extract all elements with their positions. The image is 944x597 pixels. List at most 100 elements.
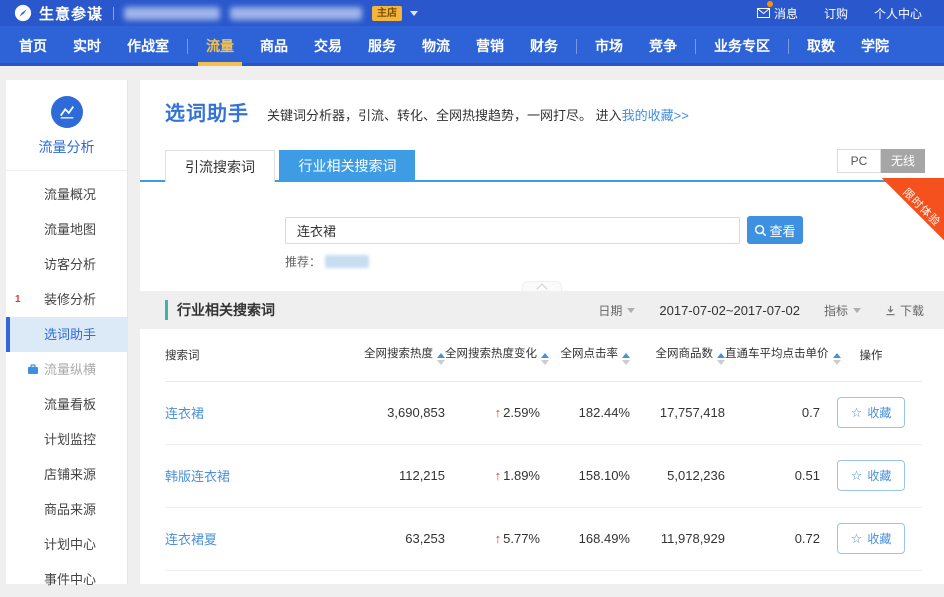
collapse-handle[interactable] [522,281,562,291]
cell-heat-change: ↑5.77% [445,507,540,570]
recommended-keyword-redacted[interactable] [325,255,369,268]
col-header-ctr[interactable]: 全网点击率 [540,329,630,381]
keyword-link[interactable]: 韩版连衣裙 [165,469,230,484]
sidebar-module-label: 流量分析 [6,137,127,157]
change-value: 1.89% [503,468,540,483]
cell-avg-cpc: 0.51 [725,444,820,507]
shop-name-redacted [124,7,220,20]
ribbon-label: 限时体验 [886,171,944,243]
sidebar-item-product-source[interactable]: 商品来源 [6,492,127,527]
cell-heat-change: ↑2.59% [445,381,540,444]
tab-industry-related-search-words[interactable]: 行业相关搜索词 [279,150,415,182]
nav-item-service[interactable]: 服务 [355,26,409,66]
sidebar-item-visitor-analysis[interactable]: 访客分析 [6,247,127,282]
col-header-product-count[interactable]: 全网商品数 [630,329,725,381]
cell-search-heat: 3,690,853 [360,381,445,444]
download-icon [885,305,896,316]
favorite-button[interactable]: ☆收藏 [837,397,906,428]
metric-dropdown[interactable]: 指标 [824,302,861,319]
shop-name-redacted [230,7,362,20]
notification-badge: 1 [15,282,21,317]
sidebar-item-decoration-analysis[interactable]: 1 装修分析 [6,282,127,317]
sort-icon[interactable] [541,353,549,365]
col-header-search-heat[interactable]: 全网搜索热度 [360,329,445,381]
nav-item-traffic[interactable]: 流量 [193,26,247,66]
col-header-heat-change[interactable]: 全网搜索热度变化 [445,329,540,381]
sidebar-item-plan-center[interactable]: 计划中心 [6,527,127,562]
view-button[interactable]: 查看 [747,216,803,244]
nav-divider [576,39,577,54]
sidebar-item-traffic-map[interactable]: 流量地图 [6,212,127,247]
nav-item-products[interactable]: 商品 [247,26,301,66]
sort-icon[interactable] [833,353,841,365]
download-button[interactable]: 下载 [885,302,924,319]
favorite-button[interactable]: ☆收藏 [837,523,906,554]
nav-item-warroom[interactable]: 作战室 [114,26,182,66]
limited-time-ribbon[interactable]: 限时体验 [882,178,944,240]
tab-inbound-search-words[interactable]: 引流搜索词 [165,150,275,182]
cell-heat-change: ↑1.89% [445,444,540,507]
sort-icon[interactable] [717,353,725,365]
favorite-button[interactable]: ☆ 收藏 [837,460,906,491]
section-title: 行业相关搜索词 [165,300,275,320]
nav-item-market[interactable]: 市场 [582,26,636,66]
sidebar-item-label: 流量纵横 [44,362,96,377]
sidebar-item-word-picker[interactable]: 选词助手 [6,317,127,352]
subtitle-text: 关键词分析器，引流、转化、全网热搜趋势，一网打尽。 [267,108,592,123]
change-value: 5.77% [503,531,540,546]
sort-icon[interactable] [437,353,445,365]
cell-product-count: 17,757,418 [630,381,725,444]
tab-strip: 引流搜索词 行业相关搜索词 PC 无线 [140,150,944,182]
cell-search-heat: 63,253 [360,507,445,570]
nav-item-marketing[interactable]: 营销 [463,26,517,66]
cell-avg-cpc: 0.7 [725,381,820,444]
sidebar-item-traffic-overview[interactable]: 流量概况 [6,177,127,212]
messages-link[interactable]: 消息 [757,5,798,22]
toggle-wireless[interactable]: 无线 [881,149,925,173]
sidebar-item-traffic-board[interactable]: 流量看板 [6,387,127,422]
table-row: 韩版连衣裙 112,215 ↑1.89% 158.10% 5,012,236 0… [165,444,922,507]
nav-item-business-zone[interactable]: 业务专区 [701,26,783,66]
nav-item-competition[interactable]: 竞争 [636,26,690,66]
toggle-pc[interactable]: PC [837,149,881,173]
chevron-down-icon [627,308,635,313]
change-value: 2.59% [503,405,540,420]
sidebar-item-shop-source[interactable]: 店铺来源 [6,457,127,492]
keyword-link[interactable]: 连衣裙 [165,406,204,421]
chevron-down-icon [853,308,861,313]
nav-item-finance[interactable]: 财务 [517,26,571,66]
sort-icon[interactable] [622,353,630,365]
notification-dot [767,1,773,7]
favorite-label: 收藏 [867,404,891,421]
main-nav: 首页 实时 作战室 流量 商品 交易 服务 物流 营销 财务 市场 竞争 业务专… [0,26,944,66]
envelope-icon [757,8,770,18]
col-header-keyword: 搜索词 [165,329,360,381]
view-button-label: 查看 [769,221,795,240]
nav-item-logistics[interactable]: 物流 [409,26,463,66]
recommend-label: 推荐： [285,253,321,270]
enter-label: 进入 [596,108,622,123]
nav-item-realtime[interactable]: 实时 [60,26,114,66]
personal-center-link[interactable]: 个人中心 [874,5,922,22]
my-favorites-link[interactable]: 我的收藏>> [622,108,689,123]
sidebar: 流量分析 流量概况 流量地图 访客分析 1 装修分析 选词助手 流量纵横 流量看… [6,80,128,584]
nav-item-academy[interactable]: 学院 [848,26,902,66]
cell-search-heat: 112,215 [360,444,445,507]
favorite-label: 收藏 [867,467,891,484]
nav-item-data-extract[interactable]: 取数 [794,26,848,66]
keyword-search-input[interactable] [285,217,740,244]
nav-item-trade[interactable]: 交易 [301,26,355,66]
page-title: 选词助手 [165,97,249,126]
sidebar-item-event-center[interactable]: 事件中心 [6,562,127,597]
star-icon: ☆ [851,469,863,482]
sidebar-item-traffic-matrix[interactable]: 流量纵横 [6,352,127,387]
col-header-avg-cpc[interactable]: 直通车平均点击单价 [725,329,820,381]
device-toggle: PC 无线 [837,149,925,173]
traffic-analysis-icon [51,96,83,128]
nav-item-home[interactable]: 首页 [6,26,60,66]
keyword-link[interactable]: 连衣裙夏 [165,532,217,547]
date-dropdown[interactable]: 日期 [598,302,635,319]
subscribe-link[interactable]: 订购 [824,5,848,22]
sidebar-item-plan-monitor[interactable]: 计划监控 [6,422,127,457]
shop-switch-chevron-icon[interactable] [410,11,418,16]
